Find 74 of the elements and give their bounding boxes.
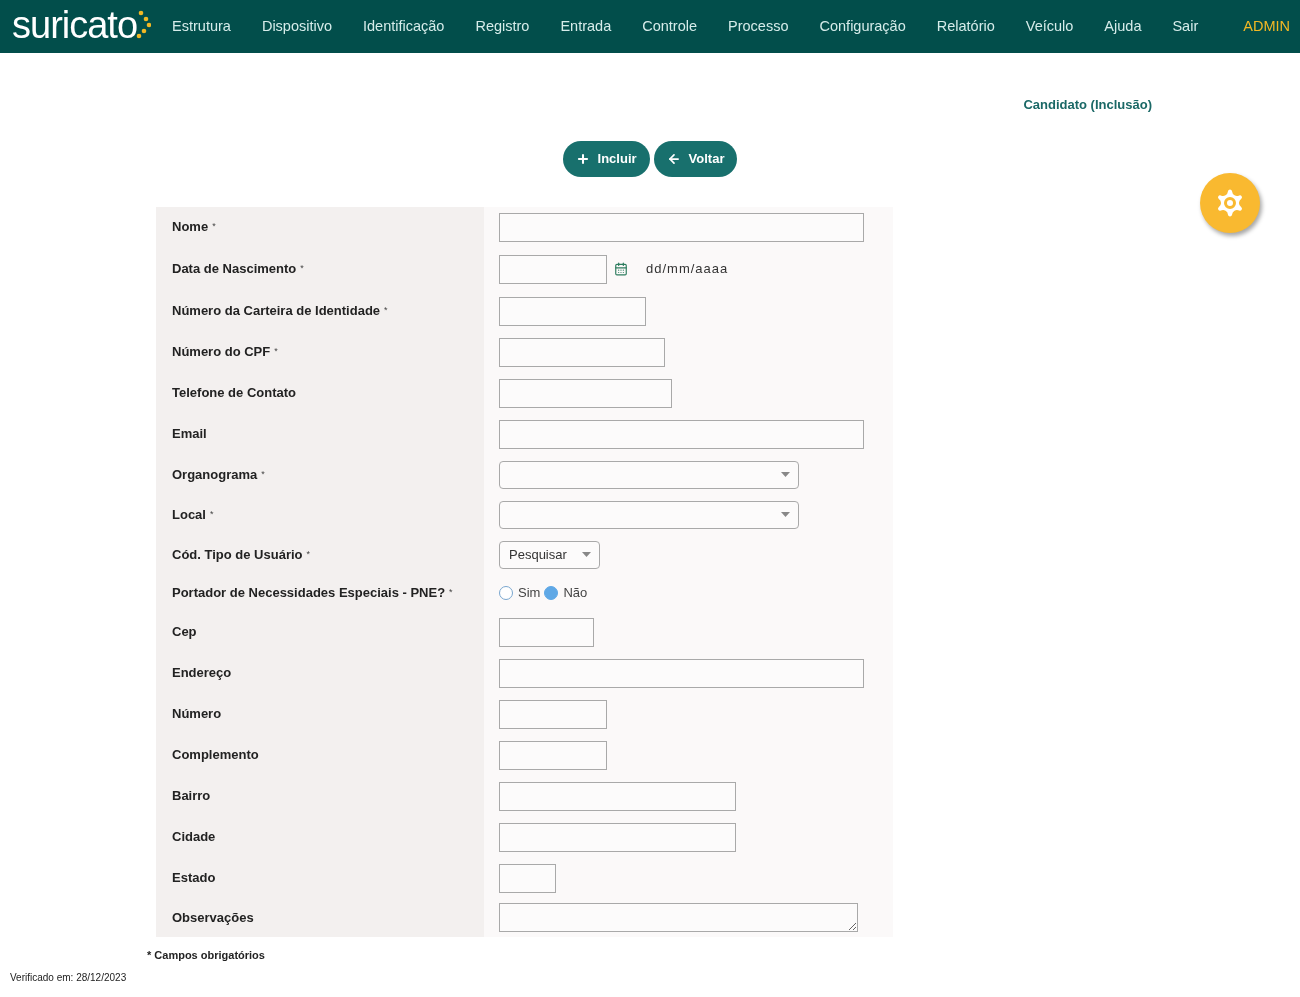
required-mark: * (449, 586, 453, 600)
field-label: Nome (172, 218, 209, 237)
verified-date: Verificado em: 28/12/2023 (10, 971, 128, 985)
back-button[interactable]: Voltar (653, 140, 738, 177)
radio-button[interactable] (544, 586, 559, 600)
settings-button[interactable] (1200, 173, 1260, 233)
field-label: Data de Nascimento (172, 260, 297, 279)
field-label: Endereço (172, 664, 232, 683)
text-field[interactable] (499, 212, 864, 242)
user-label[interactable]: ADMIN (1243, 15, 1290, 38)
nav-link[interactable]: Estrutura (172, 15, 231, 38)
nav-link[interactable]: Dispositivo (261, 15, 332, 38)
field-label: Telefone de Contato (172, 384, 296, 403)
nav-link[interactable]: Configuração (819, 15, 906, 38)
arrow-left-icon (666, 151, 681, 166)
text-field[interactable] (499, 658, 864, 688)
field-label: Número do CPF (172, 343, 271, 362)
field-label: Cidade (172, 828, 216, 847)
nav-link[interactable]: Sair (1172, 15, 1199, 38)
page-title: Candidato (Inclusão) (1023, 96, 1152, 114)
nav-link[interactable]: Veículo (1025, 15, 1074, 38)
radio-button[interactable] (499, 586, 513, 600)
required-mark: * (306, 547, 310, 561)
nav-link[interactable]: Ajuda (1104, 15, 1142, 38)
text-field[interactable] (499, 419, 864, 449)
text-field[interactable] (499, 699, 607, 729)
logo-text: suricato (12, 5, 138, 48)
nav-link[interactable]: Processo (728, 15, 789, 38)
required-mark: * (209, 507, 214, 521)
nav-link[interactable]: Entrada (560, 15, 612, 38)
select-field[interactable] (499, 500, 799, 529)
required-mark: * (384, 304, 388, 318)
date-field[interactable] (499, 254, 607, 284)
add-button[interactable]: Incluir (562, 140, 650, 177)
caret-icon (582, 552, 591, 557)
field-label: Local (172, 505, 206, 524)
plus-icon (575, 151, 590, 166)
required-note: * Campos obrigatórios (147, 947, 266, 963)
radio-label: Não (563, 584, 588, 603)
nav-link[interactable]: Registro (475, 15, 530, 38)
field-label: Número (172, 705, 222, 724)
field-label: Observações (172, 908, 254, 927)
field-label: Email (172, 425, 207, 444)
field-label: Portador de Necessidades Especiais - PNE? (172, 584, 446, 603)
field-label: Bairro (172, 787, 211, 806)
caret-icon (781, 512, 790, 517)
nav-link[interactable]: Relatório (936, 15, 995, 38)
field-label: Cód. Tipo de Usuário (172, 545, 303, 564)
caret-icon (781, 472, 790, 477)
type-dropdown[interactable]: Pesquisar (499, 540, 600, 569)
required-mark: * (261, 467, 265, 481)
calendar-icon[interactable] (614, 262, 628, 276)
field-label: Estado (172, 869, 216, 888)
text-field[interactable] (499, 863, 556, 893)
required-mark: * (300, 262, 304, 276)
text-field[interactable] (499, 378, 672, 408)
text-field[interactable] (499, 822, 736, 852)
text-field[interactable] (499, 296, 646, 326)
text-field[interactable] (499, 740, 607, 770)
text-field[interactable] (499, 337, 665, 367)
select-field[interactable] (499, 460, 799, 489)
required-mark: * (212, 220, 216, 234)
text-field[interactable] (499, 781, 736, 811)
required-mark: * (274, 345, 278, 359)
date-format-hint: dd/mm/aaaa (646, 260, 729, 279)
nav-link[interactable]: Controle (642, 15, 698, 38)
notes-textarea[interactable] (499, 903, 858, 932)
radio-label: Sim (518, 584, 541, 603)
field-label: Complemento (172, 746, 259, 765)
text-field[interactable] (499, 617, 594, 647)
field-label: Número da Carteira de Identidade (172, 302, 381, 321)
field-label: Organograma (172, 465, 258, 484)
field-label: Cep (172, 623, 197, 642)
nav-link[interactable]: Identificação (363, 15, 445, 38)
